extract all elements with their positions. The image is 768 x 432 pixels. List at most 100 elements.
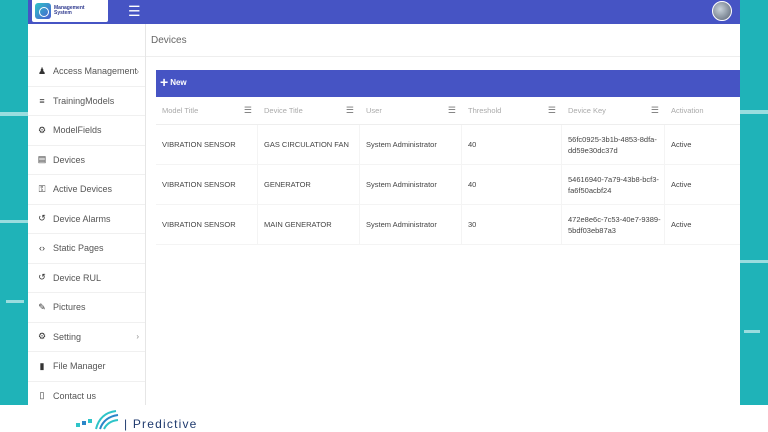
background-stripe	[744, 330, 760, 333]
app-window: Management System ☰ ♟ Access Management › ≡…	[28, 0, 740, 405]
sidebar-item-label: Setting	[53, 331, 82, 342]
gear-icon: ⚙	[37, 124, 47, 135]
column-header: Device Key ☰	[562, 97, 665, 124]
table-cell: 472e8e6c-7c53-40e7-9389-5bdf03eb87a3	[562, 205, 665, 244]
brand-name: | Predictive	[124, 417, 198, 431]
sidebar-item-pictures[interactable]: ✎ Pictures	[28, 293, 145, 323]
filter-icon[interactable]: ☰	[548, 105, 556, 116]
filter-icon[interactable]: ☰	[244, 105, 252, 116]
database-icon: ≡	[39, 95, 45, 106]
column-header: Model Title ☰	[156, 97, 258, 124]
column-header: Activation	[665, 97, 740, 124]
table-cell: System Administrator	[360, 125, 462, 164]
sidebar-item-file-manager[interactable]: ▮ File Manager	[28, 352, 145, 382]
logo-text: Management System	[54, 5, 85, 17]
sidebar-item-label: Contact us	[53, 390, 97, 401]
table-cell: VIBRATION SENSOR	[156, 125, 258, 164]
sidebar: ♟ Access Management › ≡ TrainingModels ⚙ Model…	[28, 24, 146, 405]
background-stripe	[740, 260, 768, 263]
sidebar-item-contact-us[interactable]: ▯ Contact us	[28, 382, 145, 406]
logo-icon	[35, 3, 51, 19]
app-logo[interactable]: Management System	[32, 0, 108, 22]
new-button[interactable]: + New	[160, 74, 187, 90]
file-icon: ▮	[39, 360, 45, 371]
sidebar-header	[28, 24, 145, 57]
background-stripe	[0, 112, 30, 116]
sidebar-item-device-rul[interactable]: ↺ Device RUL	[28, 264, 145, 293]
sidebar-item-device-alarms[interactable]: ↺ Device Alarms	[28, 205, 145, 234]
column-header-label: Model Title	[162, 106, 199, 115]
sidebar-item-static-pages[interactable]: ‹› Static Pages	[28, 234, 145, 264]
table-cell: Active	[671, 220, 692, 229]
sidebar-item-access-management[interactable]: ♟ Access Management ›	[28, 57, 145, 87]
table-cell: System Administrator	[360, 205, 462, 244]
devices-table: Model Title ☰ Device Title ☰ User ☰ Threshold ☰…	[156, 97, 740, 245]
chevron-right-icon: ›	[136, 332, 139, 342]
sidebar-item-label: ModelFields	[53, 125, 102, 136]
avatar[interactable]	[712, 1, 732, 21]
sidebar-item-label: Access Management	[53, 66, 138, 77]
plus-icon: +	[160, 74, 169, 90]
table-header: Model Title ☰ Device Title ☰ User ☰ Threshold ☰…	[156, 97, 740, 125]
rul-icon: ↺	[38, 272, 46, 283]
settings-icon: ⚙	[37, 331, 47, 342]
table-cell: 56fc0925-3b1b-4853-8dfa-dd59e30dc37d	[562, 125, 665, 164]
code-icon: ‹›	[39, 243, 45, 254]
user-icon: ♟	[37, 65, 47, 76]
table-row[interactable]: VIBRATION SENSOR MAIN GENERATOR System Adm…	[156, 205, 740, 245]
column-header-label: Device Key	[568, 106, 606, 115]
pictures-icon: ✎	[38, 301, 46, 312]
filter-icon[interactable]: ☰	[346, 105, 354, 116]
filter-icon[interactable]: ☰	[651, 105, 659, 116]
table-row[interactable]: VIBRATION SENSOR GAS CIRCULATION FAN Syste…	[156, 125, 740, 165]
table-row[interactable]: VIBRATION SENSOR GENERATOR System Administ…	[156, 165, 740, 205]
table-body: VIBRATION SENSOR GAS CIRCULATION FAN Syste…	[156, 125, 740, 245]
sidebar-item-label: File Manager	[53, 361, 106, 372]
sidebar-item-setting[interactable]: ⚙ Setting ›	[28, 323, 145, 352]
table-toolbar: + New	[156, 70, 740, 97]
column-header: Threshold ☰	[462, 97, 562, 124]
table-cell: 40	[462, 165, 562, 204]
sidebar-item-label: Device RUL	[53, 272, 102, 283]
filter-icon[interactable]: ☰	[448, 105, 456, 116]
hamburger-icon[interactable]: ☰	[128, 2, 141, 20]
table-cell: 30	[462, 205, 562, 244]
table-cell: GENERATOR	[258, 165, 360, 204]
sidebar-item-label: Static Pages	[53, 243, 104, 254]
background-stripe	[740, 110, 768, 114]
sidebar-item-label: Pictures	[53, 302, 86, 313]
sidebar-item-modelfields[interactable]: ⚙ ModelFields	[28, 116, 145, 146]
main-content: Devices + New Model Title ☰ Device Title ☰ U…	[146, 24, 740, 405]
sidebar-item-active-devices[interactable]: ⚿ Active Devices	[28, 175, 145, 205]
table-cell: GAS CIRCULATION FAN	[258, 125, 360, 164]
page-title: Devices	[146, 24, 740, 57]
sidebar-item-label: Device Alarms	[53, 213, 111, 224]
top-bar: Management System ☰	[28, 0, 740, 24]
column-header-label: User	[366, 106, 382, 115]
background-stripe	[0, 220, 30, 223]
column-header-label: Device Title	[264, 106, 303, 115]
new-button-label: New	[170, 77, 187, 87]
alarm-icon: ↺	[38, 213, 46, 224]
sidebar-item-trainingmodels[interactable]: ≡ TrainingModels	[28, 87, 145, 116]
table-cell: VIBRATION SENSOR	[156, 205, 258, 244]
sidebar-item-label: Active Devices	[53, 184, 113, 195]
table-cell: Active	[671, 140, 692, 149]
sidebar-item-label: Devices	[53, 154, 86, 165]
active-device-icon: ⚿	[38, 183, 46, 194]
table-cell: 40	[462, 125, 562, 164]
column-header-label: Activation	[671, 106, 704, 115]
table-cell: Active	[671, 180, 692, 189]
chevron-right-icon: ›	[136, 66, 139, 76]
background-stripe	[6, 300, 24, 303]
table-cell: System Administrator	[360, 165, 462, 204]
sidebar-menu: ♟ Access Management › ≡ TrainingModels ⚙ Model…	[28, 57, 145, 405]
column-header: User ☰	[360, 97, 462, 124]
sidebar-item-label: TrainingModels	[53, 95, 115, 106]
brand-logo-icon	[76, 410, 119, 430]
brand-footer: | Predictive	[0, 405, 768, 432]
column-header-label: Threshold	[468, 106, 502, 115]
device-icon: ▤	[37, 154, 47, 165]
column-header: Device Title ☰	[258, 97, 360, 124]
sidebar-item-devices[interactable]: ▤ Devices	[28, 146, 145, 175]
